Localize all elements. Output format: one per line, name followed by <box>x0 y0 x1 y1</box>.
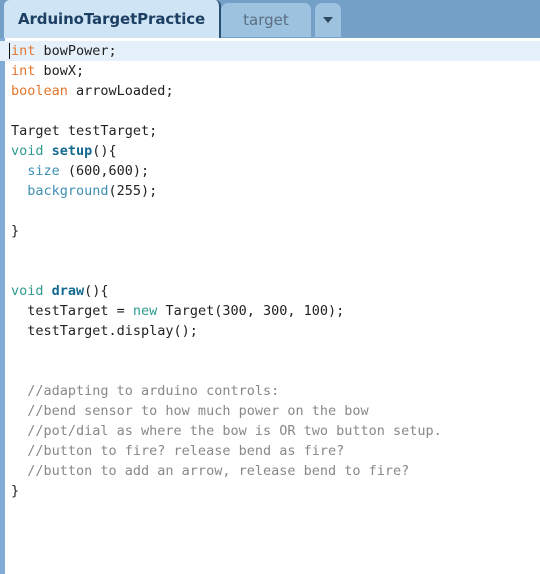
code-line[interactable]: void draw(){ <box>5 281 540 301</box>
code-line[interactable]: } <box>5 221 540 241</box>
code-token: (600,600); <box>59 163 150 179</box>
code-token: //bend sensor to how much power on the b… <box>11 403 369 419</box>
code-token: setup <box>51 143 93 159</box>
sketch-editor-window: ArduinoTargetPractice target int bowPowe… <box>0 0 540 574</box>
code-token: (){ <box>92 143 117 159</box>
code-line[interactable]: void setup(){ <box>5 141 540 161</box>
code-token: //pot/dial as where the bow is OR two bu… <box>11 423 442 439</box>
code-token: Target testTarget; <box>11 123 158 139</box>
tab-arduino-target-practice[interactable]: ArduinoTargetPractice <box>4 0 222 38</box>
tab-active-label: ArduinoTargetPractice <box>18 10 206 28</box>
code-token: int <box>11 63 36 79</box>
code-token: new <box>132 303 158 319</box>
code-token: //button to add an arrow, release bend t… <box>11 463 410 479</box>
tab-menu-button[interactable] <box>314 3 341 37</box>
code-token: (){ <box>84 283 109 299</box>
code-token: } <box>11 223 20 239</box>
code-token: //button to fire? release bend as fire? <box>11 443 345 459</box>
tab-bar: ArduinoTargetPractice target <box>0 0 540 38</box>
code-line[interactable] <box>5 261 540 281</box>
code-line[interactable] <box>5 101 540 121</box>
text-cursor <box>9 43 10 59</box>
code-editor[interactable]: int bowPower; int bowX; boolean arrowLoade… <box>0 38 540 574</box>
code-line[interactable]: background(255); <box>5 181 540 201</box>
code-line[interactable]: boolean arrowLoaded; <box>5 81 540 101</box>
code-token: (255); <box>108 183 158 199</box>
code-token: } <box>11 483 20 499</box>
tab-target[interactable]: target <box>221 3 311 37</box>
code-line[interactable]: int bowPower; <box>0 41 540 61</box>
code-line[interactable] <box>5 361 540 381</box>
code-token: void <box>11 143 44 159</box>
code-line[interactable]: testTarget.display(); <box>5 321 540 341</box>
code-line[interactable]: testTarget = new Target(300, 300, 100); <box>5 301 540 321</box>
code-token: bowPower; <box>35 43 117 59</box>
code-token: boolean <box>11 83 68 99</box>
code-token: Target(300, 300, 100); <box>157 303 345 319</box>
code-line[interactable]: //button to add an arrow, release bend t… <box>5 461 540 481</box>
code-line[interactable] <box>5 201 540 221</box>
code-token: draw <box>51 283 85 299</box>
code-token: size <box>27 163 60 179</box>
code-token: int <box>11 43 36 59</box>
code-line[interactable] <box>5 341 540 361</box>
code-token: //adapting to arduino controls: <box>11 383 280 399</box>
code-line[interactable] <box>5 241 540 261</box>
code-token: testTarget.display(); <box>11 323 198 339</box>
code-line[interactable]: //pot/dial as where the bow is OR two bu… <box>5 421 540 441</box>
code-token: testTarget = <box>11 303 133 319</box>
code-line[interactable]: } <box>5 481 540 501</box>
chevron-down-icon <box>322 17 333 23</box>
code-line[interactable]: //button to fire? release bend as fire? <box>5 441 540 461</box>
code-line[interactable]: int bowX; <box>5 61 540 81</box>
tab-inactive-label: target <box>243 11 289 29</box>
code-text-area[interactable]: int bowPower; int bowX; boolean arrowLoade… <box>0 38 540 574</box>
code-line[interactable]: //bend sensor to how much power on the b… <box>5 401 540 421</box>
code-token: arrowLoaded; <box>67 83 174 99</box>
code-token: void <box>11 283 44 299</box>
code-line[interactable]: size (600,600); <box>5 161 540 181</box>
code-line[interactable]: //adapting to arduino controls: <box>5 381 540 401</box>
code-token: bowX; <box>35 63 85 79</box>
code-token: background <box>27 183 109 199</box>
code-line[interactable]: Target testTarget; <box>5 121 540 141</box>
